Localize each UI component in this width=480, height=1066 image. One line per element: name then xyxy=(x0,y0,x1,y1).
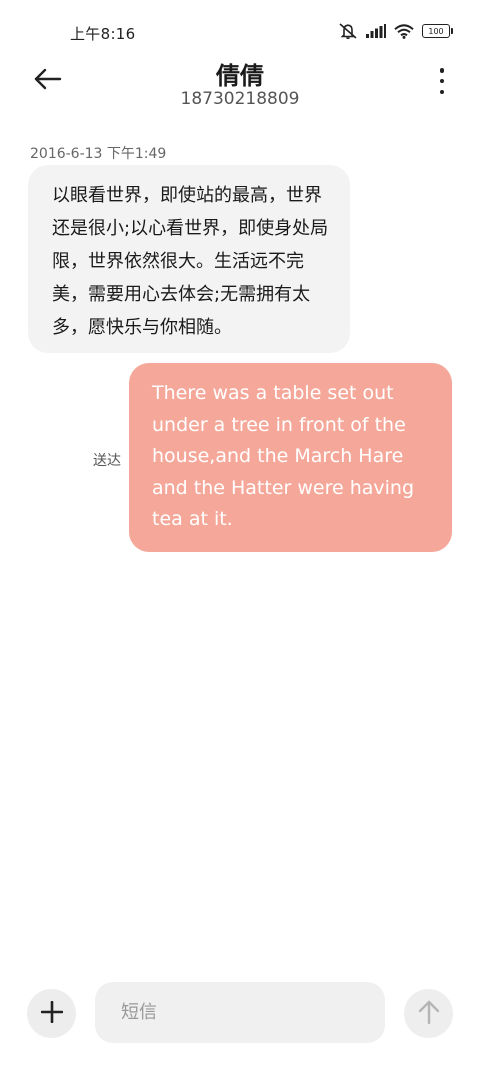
more-options-button[interactable] xyxy=(432,68,452,94)
status-icons: 100 xyxy=(338,22,453,40)
sms-conversation-screen: 上午8:16 100 倩倩 18730218809 2016-6-13 下午1:… xyxy=(0,0,480,1066)
incoming-message-bubble[interactable]: 以眼看世界，即使站的最高，世界还是很小;以心看世界，即使身处局限，世界依然很大。… xyxy=(28,165,350,353)
message-input[interactable] xyxy=(95,982,385,1043)
delivery-status: 送达 xyxy=(93,453,121,469)
outgoing-message-bubble[interactable]: There was a table set out under a tree i… xyxy=(129,363,452,552)
contact-name: 倩倩 xyxy=(216,62,264,90)
send-arrow-icon xyxy=(418,999,440,1029)
mute-notification-icon xyxy=(338,22,358,40)
status-time: 上午8:16 xyxy=(70,25,136,43)
conversation-header: 倩倩 18730218809 xyxy=(0,50,480,120)
message-timestamp: 2016-6-13 下午1:49 xyxy=(30,146,167,162)
battery-icon: 100 xyxy=(422,24,453,38)
wifi-icon xyxy=(394,23,414,39)
contact-phone-number: 18730218809 xyxy=(180,89,300,109)
send-button[interactable] xyxy=(404,989,453,1038)
more-vertical-icon xyxy=(439,68,445,73)
plus-icon xyxy=(40,1000,63,1027)
signal-icon xyxy=(366,24,386,38)
add-attachment-button[interactable] xyxy=(27,989,76,1038)
